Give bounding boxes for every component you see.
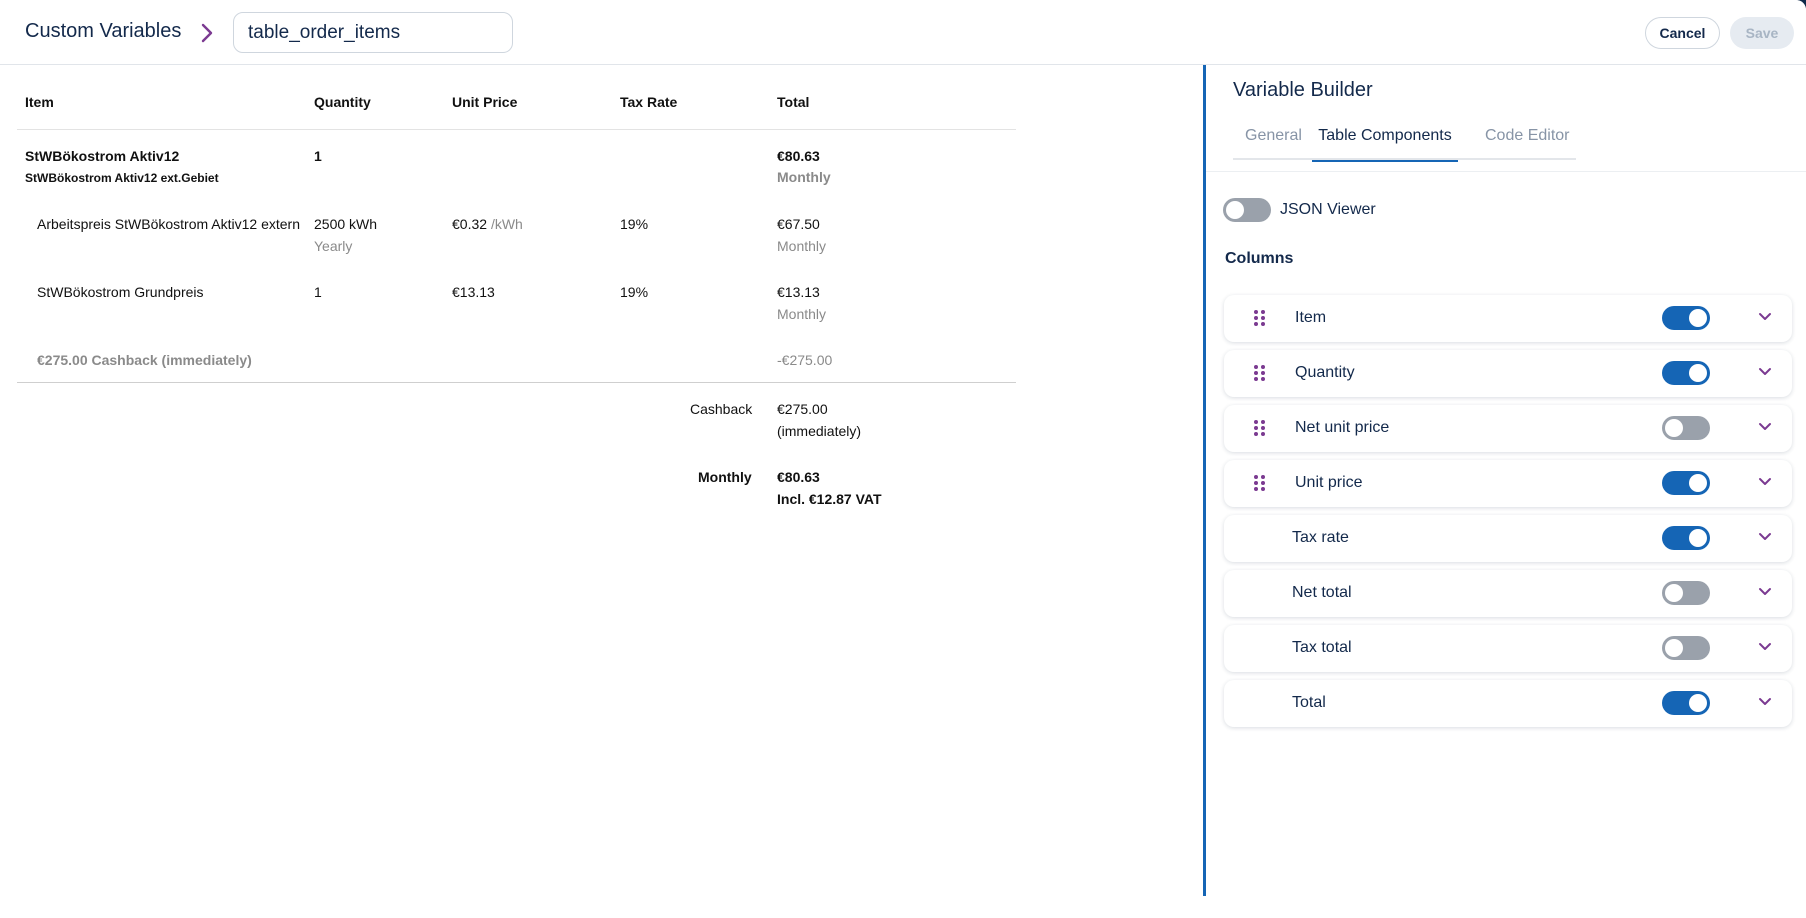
product-name: StWBökostrom Aktiv12 xyxy=(25,148,180,164)
line-unit-price: €13.13 xyxy=(452,284,495,300)
unit-price-suffix: /kWh xyxy=(490,216,523,232)
product-quantity: 1 xyxy=(314,148,322,164)
column-header-total: Total xyxy=(777,94,810,110)
line-quantity-period: Yearly xyxy=(314,238,353,254)
toggle-knob xyxy=(1226,201,1244,219)
summary-monthly-vat: Incl. €12.87 VAT xyxy=(777,491,882,507)
chevron-down-icon[interactable] xyxy=(1758,312,1772,322)
summary-cashback-label: Cashback xyxy=(690,401,753,417)
column-toggle-net-unit-price[interactable] xyxy=(1662,416,1710,440)
drag-handle-icon[interactable] xyxy=(1254,310,1266,326)
column-label: Net unit price xyxy=(1295,419,1390,436)
column-toggle-net-total[interactable] xyxy=(1662,581,1710,605)
line-unit-price: €0.32 /kWh xyxy=(452,216,523,232)
column-label: Total xyxy=(1292,694,1326,711)
line-tax-rate: 19% xyxy=(620,284,649,300)
product-subtitle: StWBökostrom Aktiv12 ext.Gebiet xyxy=(25,171,219,185)
line-item-name: Arbeitspreis StWBökostrom Aktiv12 extern xyxy=(37,216,300,232)
variable-builder-panel: Variable Builder General Table Component… xyxy=(1203,65,1806,896)
toggle-knob xyxy=(1689,529,1707,547)
column-toggle-tax-rate[interactable] xyxy=(1662,526,1710,550)
tab-code-editor[interactable]: Code Editor xyxy=(1485,127,1570,160)
line-item-name: StWBökostrom Grundpreis xyxy=(37,284,204,300)
toggle-knob xyxy=(1665,419,1683,437)
column-label: Tax total xyxy=(1292,639,1352,656)
builder-tabs: General Table Components Code Editor xyxy=(1233,127,1576,162)
header-divider xyxy=(17,129,1016,130)
summary-cashback-value: €275.00 xyxy=(777,401,828,417)
column-toggle-unit-price[interactable] xyxy=(1662,471,1710,495)
column-label: Unit price xyxy=(1295,474,1363,491)
chevron-down-icon[interactable] xyxy=(1758,642,1772,652)
panel-title: Variable Builder xyxy=(1233,79,1373,101)
column-toggle-total[interactable] xyxy=(1662,691,1710,715)
column-header-quantity: Quantity xyxy=(314,94,371,110)
toggle-knob xyxy=(1665,639,1683,657)
drag-handle-icon[interactable] xyxy=(1254,420,1266,436)
cashback-line-total: -€275.00 xyxy=(777,352,833,368)
column-toggle-item[interactable] xyxy=(1662,306,1710,330)
summary-monthly-label: Monthly xyxy=(698,469,752,485)
column-row-net-total[interactable]: Net total xyxy=(1224,570,1792,617)
summary-monthly-value: €80.63 xyxy=(777,469,820,485)
column-row-total[interactable]: Total xyxy=(1224,680,1792,727)
line-quantity: 1 xyxy=(314,284,322,300)
column-label: Tax rate xyxy=(1292,529,1349,546)
summary-divider xyxy=(17,382,1016,383)
columns-heading: Columns xyxy=(1225,250,1294,267)
column-label: Item xyxy=(1295,309,1327,326)
breadcrumb-custom-variables[interactable]: Custom Variables xyxy=(25,20,181,43)
top-bar: Custom Variables Cancel Save xyxy=(0,0,1806,65)
column-toggle-tax-total[interactable] xyxy=(1662,636,1710,660)
toggle-knob xyxy=(1689,364,1707,382)
column-label: Quantity xyxy=(1295,364,1355,381)
tab-table-components[interactable]: Table Components xyxy=(1312,127,1458,162)
product-period: Monthly xyxy=(777,169,831,185)
column-row-unit-price[interactable]: Unit price xyxy=(1224,460,1792,507)
cancel-button[interactable]: Cancel xyxy=(1645,17,1720,49)
chevron-down-icon[interactable] xyxy=(1758,422,1772,432)
chevron-down-icon[interactable] xyxy=(1758,587,1772,597)
chevron-right-icon xyxy=(201,23,213,43)
json-viewer-label: JSON Viewer xyxy=(1280,201,1376,218)
column-row-net-unit-price[interactable]: Net unit price xyxy=(1224,405,1792,452)
chevron-down-icon[interactable] xyxy=(1758,367,1772,377)
json-viewer-toggle[interactable] xyxy=(1223,198,1271,222)
cashback-line-label: €275.00 Cashback (immediately) xyxy=(37,352,252,368)
toggle-knob xyxy=(1689,474,1707,492)
line-total: €67.50 xyxy=(777,216,820,232)
line-total: €13.13 xyxy=(777,284,820,300)
panel-divider xyxy=(1206,171,1806,172)
toggle-knob xyxy=(1689,309,1707,327)
chevron-down-icon[interactable] xyxy=(1758,697,1772,707)
variable-name-input[interactable] xyxy=(233,12,513,53)
unit-price-value: €0.32 xyxy=(452,216,488,232)
toggle-knob xyxy=(1665,584,1683,602)
line-total-period: Monthly xyxy=(777,306,827,322)
app-window: Custom Variables Cancel Save Item Quanti… xyxy=(0,0,1806,918)
drag-handle-icon[interactable] xyxy=(1254,365,1266,381)
column-header-unit-price: Unit Price xyxy=(452,94,518,110)
column-label: Net total xyxy=(1292,584,1352,601)
product-total: €80.63 xyxy=(777,148,820,164)
line-tax-rate: 19% xyxy=(620,216,649,232)
column-row-quantity[interactable]: Quantity xyxy=(1224,350,1792,397)
column-row-tax-rate[interactable]: Tax rate xyxy=(1224,515,1792,562)
save-button[interactable]: Save xyxy=(1730,17,1794,49)
column-toggle-quantity[interactable] xyxy=(1662,361,1710,385)
drag-handle-icon[interactable] xyxy=(1254,475,1266,491)
tab-general[interactable]: General xyxy=(1245,127,1302,160)
column-header-item: Item xyxy=(25,94,54,110)
line-total-period: Monthly xyxy=(777,238,827,254)
column-header-tax-rate: Tax Rate xyxy=(620,94,678,110)
column-row-tax-total[interactable]: Tax total xyxy=(1224,625,1792,672)
chevron-down-icon[interactable] xyxy=(1758,477,1772,487)
column-row-item[interactable]: Item xyxy=(1224,295,1792,342)
toggle-knob xyxy=(1689,694,1707,712)
chevron-down-icon[interactable] xyxy=(1758,532,1772,542)
line-quantity: 2500 kWh xyxy=(314,216,378,232)
summary-cashback-note: (immediately) xyxy=(777,423,862,439)
